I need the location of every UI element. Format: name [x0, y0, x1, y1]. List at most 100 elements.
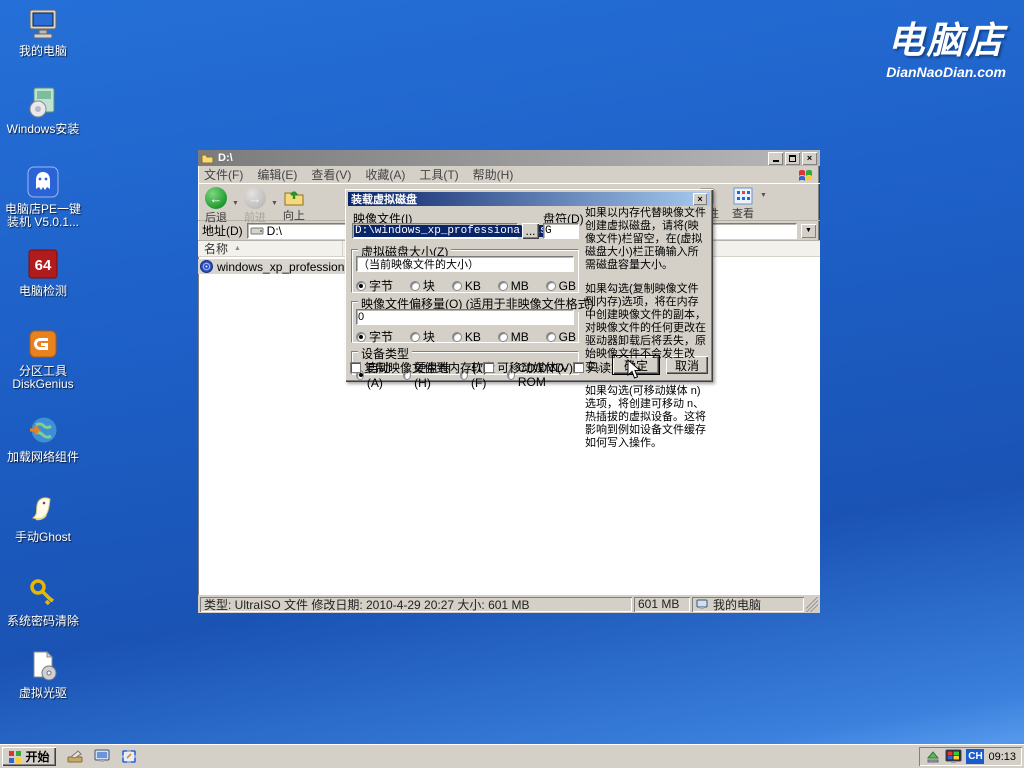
desktop-icon-password-clear[interactable]: 系统密码清除	[0, 576, 86, 628]
image-file-input[interactable]: D:\windows_xp_professional.iso	[352, 223, 555, 239]
view-dropdown-icon[interactable]: ▼	[760, 192, 767, 199]
menu-favorites[interactable]: 收藏(A)	[365, 166, 405, 183]
size-input[interactable]: （当前映像文件的大小）	[356, 256, 574, 272]
back-icon: ←	[205, 187, 227, 209]
radio-offset-gb[interactable]: GB	[545, 329, 576, 344]
status-bar: 类型: UltraISO 文件 修改日期: 2010-4-29 20:27 大小…	[198, 595, 820, 613]
network-globe-icon	[25, 412, 61, 448]
maximize-button[interactable]	[785, 151, 800, 165]
mount-virtual-disk-dialog: 装载虚拟磁盘 × 映像文件(I) 盘符(D) D:\windows_xp_pro…	[345, 189, 713, 449]
desktop-icon-label: 加载网络组件	[6, 450, 79, 464]
windows-setup-icon	[25, 84, 61, 120]
radio-icon	[545, 331, 556, 342]
menu-help[interactable]: 帮助(H)	[473, 166, 514, 183]
view-button[interactable]: 查看	[729, 186, 757, 222]
desktop-icon-virtual-cdrom[interactable]: 虚拟光驱	[0, 648, 86, 700]
folder-icon	[201, 154, 214, 163]
desktop-icon-pc-check[interactable]: 64 电脑检测	[0, 246, 86, 298]
back-dropdown-icon[interactable]: ▼	[232, 200, 239, 207]
tray-eject-icon[interactable]	[925, 749, 941, 764]
minimize-button[interactable]	[768, 151, 783, 165]
menu-view[interactable]: 查看(V)	[311, 166, 351, 183]
up-icon	[284, 191, 304, 206]
radio-on-icon	[356, 280, 366, 291]
radio-size-kb[interactable]: KB	[451, 279, 481, 293]
quick-launch-monitor-icon[interactable]	[93, 748, 112, 765]
checkbox-copy-to-memory[interactable]: 复制映像文件到内存(T)	[350, 359, 487, 376]
offset-input[interactable]: 0	[356, 309, 574, 325]
radio-icon	[497, 280, 508, 291]
size-group: 虚拟磁盘大小(Z) （当前映像文件的大小） 字节 块 KB MB GB	[351, 243, 579, 294]
checkbox-icon	[483, 362, 494, 373]
radio-offset-blocks[interactable]: 块	[409, 328, 435, 345]
desktop-icon-network[interactable]: 加载网络组件	[0, 412, 86, 464]
desktop-icon-label: 系统密码清除	[6, 614, 79, 628]
quick-launch-pen-icon[interactable]	[66, 748, 85, 765]
tray-display-icon[interactable]	[945, 749, 962, 764]
unit-label: 块	[422, 330, 435, 344]
desktop-icon-diskgenius[interactable]: 分区工具 DiskGenius	[0, 326, 86, 391]
diskgenius-icon	[25, 326, 61, 362]
start-button[interactable]: 开始	[2, 747, 56, 766]
radio-size-mb[interactable]: MB	[497, 278, 529, 293]
offset-group: 映像文件偏移量(O) (适用于非映像文件格式) 0 字节 块 KB MB GB	[351, 295, 597, 345]
radio-size-bytes[interactable]: 字节	[356, 277, 393, 294]
radio-offset-bytes[interactable]: 字节	[356, 328, 393, 345]
forward-button[interactable]: → 前进	[241, 186, 269, 226]
quick-launch-desktop-icon[interactable]	[120, 748, 139, 765]
svg-text:64: 64	[35, 257, 52, 274]
dialog-close-button[interactable]: ×	[693, 193, 707, 205]
radio-icon	[451, 331, 462, 342]
radio-icon	[497, 331, 508, 342]
close-button[interactable]: ×	[802, 151, 817, 165]
forward-icon: →	[243, 187, 266, 209]
key-icon	[25, 576, 61, 612]
desktop-icon-label: 分区工具 DiskGenius	[12, 364, 74, 391]
checkbox-removable-media[interactable]: 可移动媒体(V)	[483, 359, 573, 376]
radio-icon	[545, 280, 556, 291]
desktop-icon-my-computer[interactable]: 我的电脑	[0, 6, 86, 58]
desktop-icon-pe-install[interactable]: 电脑店PE一键装机 V5.0.1...	[0, 164, 86, 229]
status-size: 601 MB	[634, 597, 690, 612]
menu-tools[interactable]: 工具(T)	[419, 166, 458, 183]
explorer-titlebar[interactable]: D:\ ×	[198, 150, 820, 166]
taskbar-clock[interactable]: 09:13	[988, 751, 1016, 763]
dialog-title: 装载虚拟磁盘	[351, 194, 417, 206]
view-label: 查看	[732, 208, 754, 220]
radio-icon	[451, 280, 462, 291]
pc-check-64-icon: 64	[25, 246, 61, 282]
browse-button[interactable]: ...	[522, 223, 539, 239]
back-button[interactable]: ← 后退	[202, 186, 230, 226]
iso-file-icon	[200, 260, 213, 273]
unit-label: 字节	[369, 330, 394, 344]
address-dropdown-icon: ▼	[805, 227, 812, 234]
menu-file[interactable]: 文件(F)	[204, 166, 243, 183]
help-paragraph: 如果勾选(可移动媒体 n)选项，将创建可移动 n、热插拔的虚拟设备。这将影响到例…	[585, 385, 706, 449]
column-header-name[interactable]: 名称 ▲	[198, 241, 343, 256]
pe-ghost-icon	[25, 164, 61, 200]
radio-size-blocks[interactable]: 块	[409, 277, 435, 294]
drive-letter-value: G	[545, 225, 552, 237]
resize-grip[interactable]	[806, 596, 818, 612]
up-button[interactable]: 向上	[280, 186, 308, 224]
radio-offset-kb[interactable]: KB	[451, 330, 481, 344]
forward-dropdown-icon[interactable]: ▼	[271, 200, 278, 207]
unit-label: MB	[510, 278, 529, 293]
start-label: 开始	[25, 750, 50, 764]
address-dropdown-button[interactable]: ▼	[801, 223, 816, 238]
unit-label: GB	[558, 329, 576, 344]
input-language-indicator[interactable]: CH	[966, 749, 985, 764]
drive-letter-input[interactable]: G	[543, 223, 579, 239]
unit-label: MB	[510, 329, 529, 344]
desktop-icon-windows-setup[interactable]: Windows安装	[0, 84, 86, 136]
menu-edit[interactable]: 编辑(E)	[257, 166, 297, 183]
start-logo-icon	[9, 750, 22, 763]
dialog-titlebar[interactable]: 装载虚拟磁盘 ×	[348, 192, 710, 206]
unit-label: 字节	[369, 279, 394, 293]
radio-size-gb[interactable]: GB	[545, 279, 576, 293]
ghost-icon	[25, 492, 61, 528]
radio-icon	[409, 280, 420, 291]
desktop-icon-manual-ghost[interactable]: 手动Ghost	[0, 492, 86, 544]
radio-offset-mb[interactable]: MB	[497, 329, 529, 344]
brand-subtitle: DianNaoDian.com	[886, 64, 1006, 80]
